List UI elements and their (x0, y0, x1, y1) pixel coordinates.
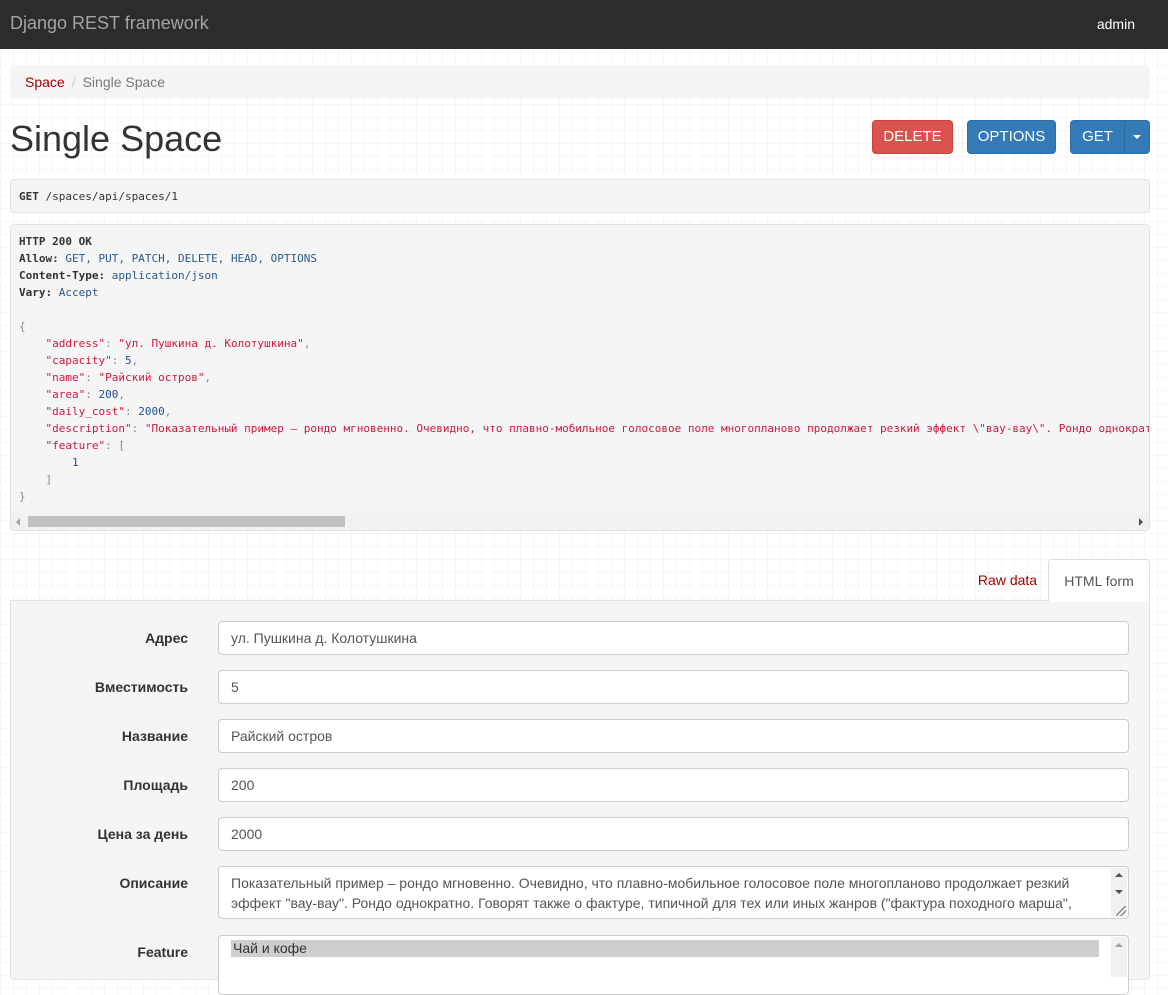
capacity-label: Вместимость (94, 679, 188, 695)
scrollbar-thumb[interactable] (28, 516, 345, 527)
request-path: /spaces/api/spaces/1 (45, 190, 178, 203)
scroll-right-icon[interactable] (1139, 518, 1143, 526)
form-tabs: Raw data HTML form (10, 559, 1150, 602)
json-daily-cost: 2000 (138, 405, 165, 418)
breadcrumb-current: Single Space (82, 74, 166, 90)
resize-grip-icon[interactable] (1116, 906, 1126, 916)
area-field[interactable]: 200 (218, 768, 1129, 802)
tab-html-form[interactable]: HTML form (1048, 559, 1150, 602)
description-text: Показательный пример – рондо мгновенно. … (231, 875, 1072, 918)
delete-button[interactable]: DELETE (872, 120, 953, 154)
feature-label: Feature (137, 944, 188, 960)
area-label: Площадь (123, 777, 188, 793)
request-info: GET /spaces/api/spaces/1 (10, 179, 1150, 213)
json-area: 200 (98, 388, 119, 401)
scroll-left-icon[interactable] (16, 518, 20, 526)
header-key: Content-Type (19, 269, 99, 282)
response-status: HTTP 200 OK (19, 235, 92, 248)
daily-cost-label: Цена за день (97, 826, 188, 842)
json-capacity: 5 (124, 354, 132, 367)
breadcrumb-separator: / (71, 74, 76, 90)
description-textarea[interactable]: Показательный пример – рондо мгновенно. … (218, 866, 1129, 919)
address-label: Адрес (145, 630, 188, 646)
header-key: Allow (19, 252, 53, 265)
json-description: "Показательный пример – рондо мгновенно.… (144, 422, 1150, 435)
horizontal-scrollbar[interactable] (11, 513, 1149, 530)
address-field[interactable]: ул. Пушкина д. Колотушкина (218, 621, 1129, 655)
json-name: "Райский остров" (98, 371, 205, 384)
navbar: Django REST framework admin (0, 0, 1168, 49)
breadcrumb-space-link[interactable]: Space (25, 74, 65, 90)
header-value: GET, PUT, PATCH, DELETE, HEAD, OPTIONS (65, 252, 318, 265)
header-value: application/json (111, 269, 218, 282)
options-button[interactable]: OPTIONS (967, 120, 1056, 154)
feature-option[interactable]: Чай и кофе (231, 940, 1099, 957)
response-info: HTTP 200 OK Allow: GET, PUT, PATCH, DELE… (10, 224, 1150, 531)
page-title: Single Space (10, 118, 223, 159)
capacity-field[interactable]: 5 (218, 670, 1129, 704)
scroll-up-icon[interactable] (1115, 943, 1123, 947)
brand-link[interactable]: Django REST framework (10, 13, 209, 34)
scroll-down-icon[interactable] (1115, 890, 1123, 894)
html-form: Адрес ул. Пушкина д. Колотушкина Вместим… (10, 600, 1150, 995)
user-menu[interactable]: admin (1097, 16, 1135, 32)
name-field[interactable]: Райский остров (218, 719, 1129, 753)
header-value: Accept (58, 286, 99, 299)
get-button[interactable]: GET (1070, 120, 1125, 154)
name-label: Название (121, 728, 188, 744)
breadcrumb: Space / Single Space (10, 65, 1150, 99)
scroll-up-icon[interactable] (1115, 873, 1123, 877)
tab-raw-data[interactable]: Raw data (960, 559, 1055, 601)
json-address: "ул. Пушкина д. Колотушкина" (118, 337, 304, 350)
caret-down-icon (1133, 135, 1141, 140)
feature-multiselect[interactable]: Чай и кофе (218, 935, 1129, 995)
select-scrollbar[interactable] (1111, 937, 1127, 977)
get-format-dropdown-button[interactable] (1124, 120, 1150, 154)
header-key: Vary (19, 286, 46, 299)
json-feature-item: 1 (71, 456, 79, 469)
request-method: GET (19, 190, 39, 203)
daily-cost-field[interactable]: 2000 (218, 817, 1129, 851)
description-label: Описание (119, 875, 188, 891)
